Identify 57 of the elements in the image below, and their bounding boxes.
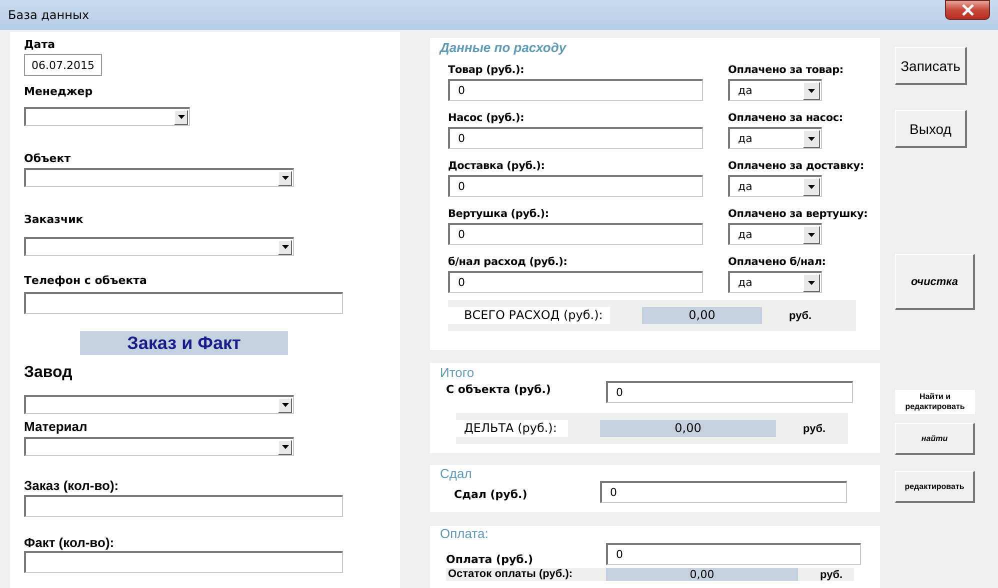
field-label: Заказ (кол-во):	[24, 478, 119, 494]
input-field[interactable]: 0	[448, 271, 703, 293]
total-value: 0,00	[642, 307, 762, 324]
total-label: ДЕЛЬТА (руб.):	[456, 420, 568, 437]
field-label: Сдал (руб.)	[454, 488, 528, 501]
field-label: Заказчик	[24, 213, 84, 227]
unit-label: руб.	[803, 422, 826, 434]
field-label: Оплачено за товар:	[728, 63, 844, 77]
input-field[interactable]: 0	[448, 175, 703, 197]
section-title: Оплата:	[440, 526, 488, 542]
field-label: Оплачено за доставку:	[728, 159, 864, 173]
input-field[interactable]: 0	[606, 543, 861, 565]
input-field[interactable]: 0	[448, 127, 703, 149]
field-label: Доставка (руб.):	[448, 159, 545, 173]
window-title: База данных	[8, 8, 90, 22]
field-label: Телефон с объекта	[24, 274, 147, 288]
dropdown-field[interactable]: да	[728, 127, 822, 149]
section-title: Итого	[440, 365, 474, 381]
action-button[interactable]: очистка	[895, 254, 975, 310]
total-label: ВСЕГО РАСХОД (руб.):	[448, 307, 610, 324]
input-field[interactable]: 0	[448, 79, 703, 101]
input-field[interactable]: 0	[448, 223, 703, 245]
total-label: Остаток оплаты (руб.):	[447, 568, 574, 581]
total-value: 0,00	[600, 420, 776, 437]
total-value: 0,00	[606, 568, 798, 581]
field-label: Оплачено б/нал:	[728, 255, 826, 269]
field-label: С объекта (руб.)	[446, 383, 552, 396]
field-label: Товар (руб.):	[448, 63, 524, 77]
field-label: Дата	[24, 38, 56, 52]
action-button[interactable]: редактировать	[895, 471, 975, 503]
action-button[interactable]: Выход	[895, 110, 967, 148]
field-label: Объект	[24, 152, 71, 166]
input-field[interactable]: 0	[600, 481, 847, 503]
field-label: Оплачено за насос:	[728, 111, 843, 125]
field-label: Вертушка (руб.):	[448, 207, 549, 221]
section-title: Сдал	[440, 466, 472, 482]
action-button[interactable]: Записать	[895, 47, 967, 85]
dropdown-field[interactable]: да	[728, 79, 822, 101]
unit-label: руб.	[789, 310, 812, 322]
field-label: Материал	[24, 419, 88, 435]
field-label: Оплачено за вертушку:	[728, 207, 868, 221]
unit-label: руб.	[820, 568, 843, 580]
dropdown-field[interactable]: да	[728, 271, 822, 293]
field-label: Оплата (руб.)	[446, 553, 534, 566]
date-field[interactable]: 06.07.2015	[24, 54, 102, 76]
field-label: Менеджер	[24, 85, 93, 99]
field-label: Насос (руб.):	[448, 111, 524, 125]
caption-label: Найти и редактировать	[895, 390, 975, 414]
section-title: Данные по расходу	[440, 40, 566, 56]
dropdown-field[interactable]: да	[728, 175, 822, 197]
field-label: Факт (кол-во):	[24, 535, 114, 551]
input-field[interactable]: 0	[606, 381, 853, 403]
field-label: Завод	[24, 363, 72, 383]
action-button[interactable]: найти	[895, 423, 975, 455]
dropdown-field[interactable]: да	[728, 223, 822, 245]
section-banner: Заказ и Факт	[80, 331, 288, 355]
field-label: б/нал расход (руб.):	[448, 255, 568, 269]
